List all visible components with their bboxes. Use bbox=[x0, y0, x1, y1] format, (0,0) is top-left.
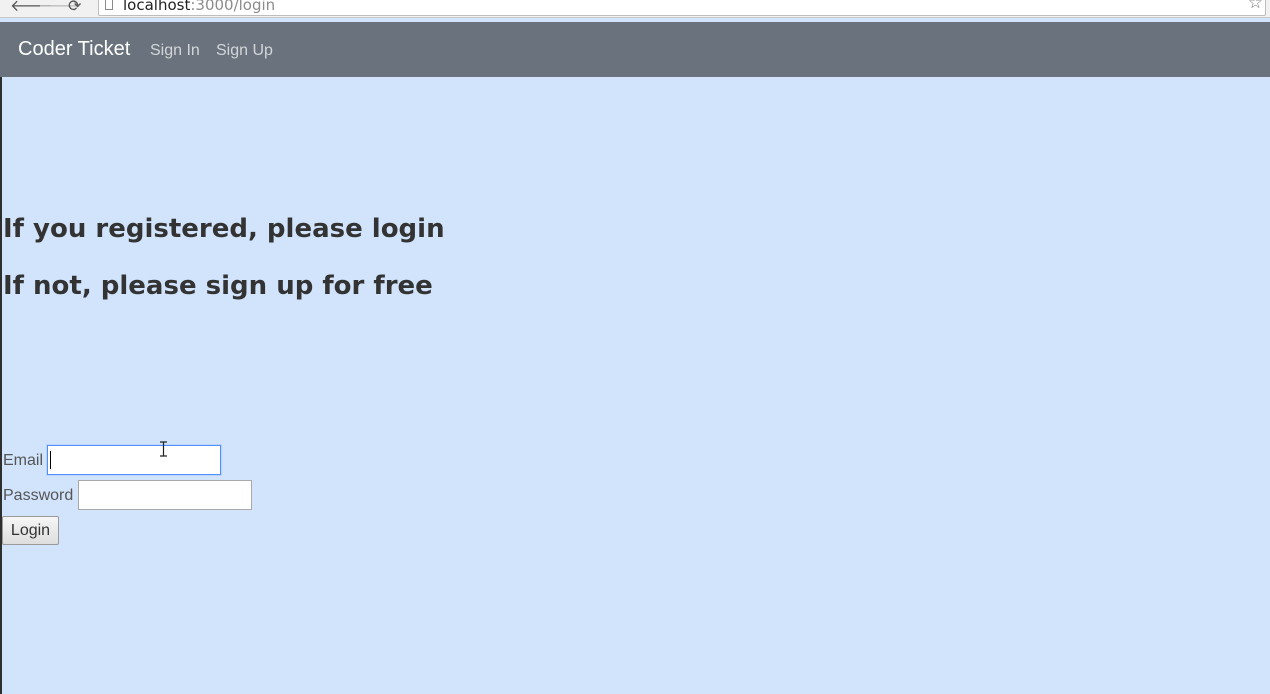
email-label: Email bbox=[3, 452, 44, 469]
address-bar[interactable]: localhost:3000/login ☆ bbox=[98, 0, 1266, 16]
bookmark-star-icon[interactable]: ☆ bbox=[1248, 0, 1263, 12]
text-caret bbox=[50, 451, 51, 469]
address-bar-url: localhost:3000/login bbox=[123, 0, 275, 14]
password-field[interactable] bbox=[78, 480, 252, 510]
top-navbar: Coder Ticket Sign In Sign Up bbox=[0, 22, 1270, 77]
browser-toolbar: 🡐 🡒 ⟳ localhost:3000/login ☆ bbox=[0, 0, 1270, 18]
text-cursor-icon bbox=[160, 441, 167, 457]
signup-prompt-heading: If not, please sign up for free bbox=[3, 271, 433, 301]
brand-link[interactable]: Coder Ticket bbox=[18, 37, 130, 61]
nav-sign-in-link[interactable]: Sign In bbox=[150, 41, 200, 61]
email-field[interactable] bbox=[47, 445, 221, 475]
nav-sign-up-link[interactable]: Sign Up bbox=[216, 41, 273, 61]
login-prompt-heading: If you registered, please login bbox=[3, 214, 445, 244]
url-path: :3000/login bbox=[190, 0, 276, 14]
page-icon bbox=[105, 0, 113, 10]
login-button[interactable]: Login bbox=[2, 516, 59, 545]
left-edge-divider bbox=[0, 77, 2, 694]
password-label: Password bbox=[3, 487, 74, 504]
url-host: localhost bbox=[123, 0, 191, 14]
reload-icon[interactable]: ⟳ bbox=[68, 0, 81, 15]
